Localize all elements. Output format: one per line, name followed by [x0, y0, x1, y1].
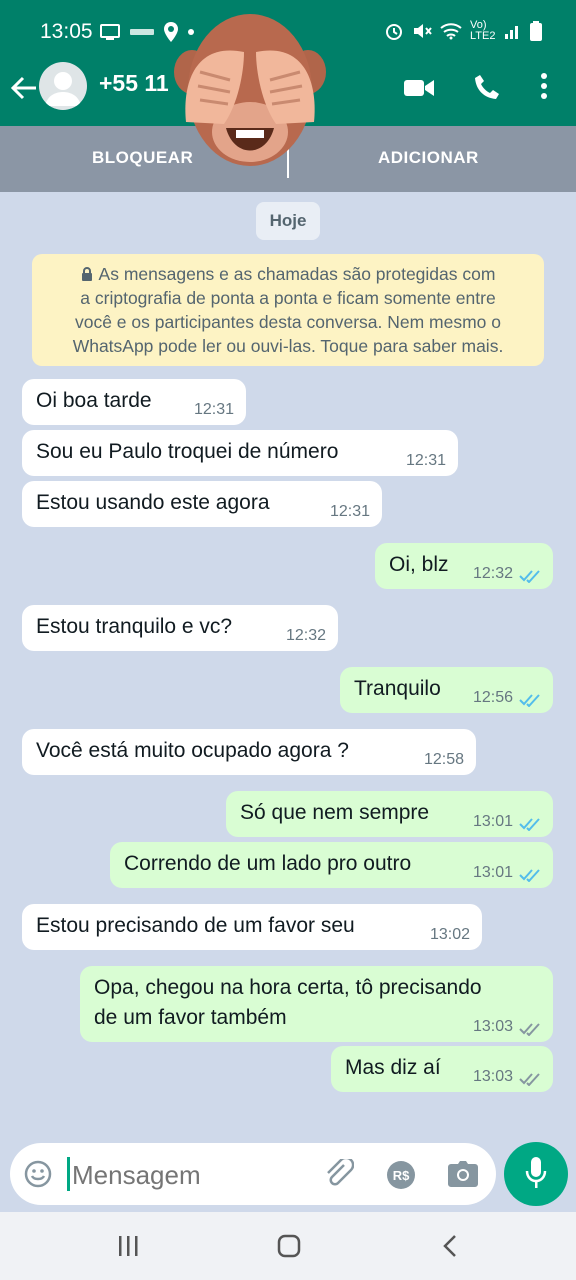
- message-input[interactable]: [70, 1155, 304, 1195]
- message-time: 12:32: [285, 627, 326, 644]
- incoming-message[interactable]: Estou precisando de um favor seu 13:02: [22, 904, 482, 950]
- outgoing-message[interactable]: Correndo de um lado pro outro 13:01: [110, 842, 553, 888]
- battery-icon: [530, 21, 542, 41]
- back-arrow-icon[interactable]: [10, 74, 38, 102]
- network-label: Vo) LTE2: [470, 19, 496, 42]
- message-time: 13:03: [472, 1068, 513, 1085]
- message-text-line-2: de um favor também: [94, 1006, 287, 1029]
- emoji-icon[interactable]: [24, 1160, 52, 1188]
- recent-apps-icon[interactable]: [116, 1234, 140, 1258]
- message-time: 13:01: [472, 813, 513, 830]
- outgoing-message[interactable]: Oi, blz 12:32: [375, 543, 553, 589]
- mic-icon: [525, 1157, 547, 1188]
- outgoing-message[interactable]: Opa, chegou na hora certa, tô precisando…: [80, 966, 553, 1042]
- message-time: 12:32: [472, 565, 513, 582]
- signal-icon: [505, 26, 518, 39]
- message-text: Correndo de um lado pro outro: [124, 852, 412, 875]
- message-text: Oi, blz: [389, 553, 449, 576]
- message-text: Sou eu Paulo troquei de número: [36, 440, 339, 463]
- payment-icon[interactable]: R$: [386, 1160, 416, 1190]
- message-time: 12:31: [329, 503, 370, 520]
- more-options-icon[interactable]: [540, 72, 548, 100]
- camera-icon[interactable]: [448, 1161, 478, 1187]
- message-time: 12:31: [405, 452, 446, 469]
- phone-icon[interactable]: [474, 74, 500, 100]
- incoming-message[interactable]: Oi boa tarde 12:31: [22, 379, 246, 425]
- encryption-notice-line: a criptografia de ponta a ponta e ficam …: [80, 288, 496, 308]
- mute-icon: [414, 24, 432, 38]
- encryption-notice-line: As mensagens e as chamadas são protegida…: [32, 262, 544, 286]
- message-time: 12:56: [472, 689, 513, 706]
- contact-name[interactable]: +55 11: [99, 70, 169, 97]
- message-text: Opa, chegou na hora certa, tô precisando: [94, 976, 482, 999]
- avatar[interactable]: [39, 62, 87, 110]
- video-call-icon[interactable]: [404, 78, 434, 98]
- default-avatar-icon: [45, 72, 81, 106]
- encryption-notice-line: WhatsApp pode ler ou ouvi-las. Toque par…: [72, 336, 504, 356]
- message-text: Você está muito ocupado agora ?: [36, 739, 349, 762]
- wifi-icon: [440, 23, 462, 40]
- voice-message-button[interactable]: [504, 1142, 568, 1206]
- status-time: 13:05: [40, 20, 93, 43]
- message-text: Oi boa tarde: [36, 389, 152, 412]
- message-text: Estou tranquilo e vc?: [36, 615, 233, 638]
- outgoing-message[interactable]: Só que nem sempre 13:01: [226, 791, 553, 837]
- message-time: 12:31: [193, 401, 234, 418]
- message-text: Estou usando este agora: [36, 491, 270, 514]
- delivered-ticks-icon: [519, 1073, 540, 1086]
- incoming-message[interactable]: Estou usando este agora 12:31: [22, 481, 382, 527]
- message-time: 13:01: [472, 864, 513, 881]
- see-no-evil-monkey-sticker: [174, 14, 326, 166]
- message-text: Estou precisando de um favor seu: [36, 914, 355, 937]
- message-text: Mas diz aí: [345, 1056, 441, 1079]
- message-time: 13:03: [472, 1018, 513, 1035]
- message-time: 13:02: [429, 926, 470, 943]
- cast-icon: [100, 24, 120, 40]
- incoming-message[interactable]: Estou tranquilo e vc? 12:32: [22, 605, 338, 651]
- home-icon[interactable]: [277, 1234, 301, 1258]
- message-time: 12:58: [423, 751, 464, 768]
- system-navigation-bar: [0, 1212, 576, 1280]
- outgoing-message[interactable]: Tranquilo 12:56: [340, 667, 553, 713]
- message-text: Tranquilo: [354, 677, 441, 700]
- notification-app-icon: [130, 29, 154, 35]
- delivered-ticks-icon: [519, 1023, 540, 1036]
- date-separator: Hoje: [256, 202, 320, 240]
- message-text: Só que nem sempre: [240, 801, 430, 824]
- attach-icon[interactable]: [324, 1159, 354, 1189]
- nav-back-icon[interactable]: [440, 1234, 460, 1258]
- lock-icon: [81, 267, 92, 281]
- encryption-notice-line: você e os participantes desta conversa. …: [74, 312, 502, 332]
- incoming-message[interactable]: Você está muito ocupado agora ? 12:58: [22, 729, 476, 775]
- read-ticks-icon: [519, 869, 540, 882]
- outgoing-message[interactable]: Mas diz aí 13:03: [331, 1046, 553, 1092]
- svg-text:R$: R$: [393, 1168, 410, 1183]
- chat-area[interactable]: Hoje As mensagens e as chamadas são prot…: [0, 192, 576, 1142]
- add-contact-button[interactable]: ADICIONAR: [378, 148, 479, 168]
- read-ticks-icon: [519, 818, 540, 831]
- read-ticks-icon: [519, 570, 540, 583]
- encryption-notice[interactable]: As mensagens e as chamadas são protegida…: [32, 254, 544, 366]
- message-composer: R$: [10, 1143, 496, 1205]
- alarm-icon: [386, 24, 402, 40]
- read-ticks-icon: [519, 694, 540, 707]
- incoming-message[interactable]: Sou eu Paulo troquei de número 12:31: [22, 430, 458, 476]
